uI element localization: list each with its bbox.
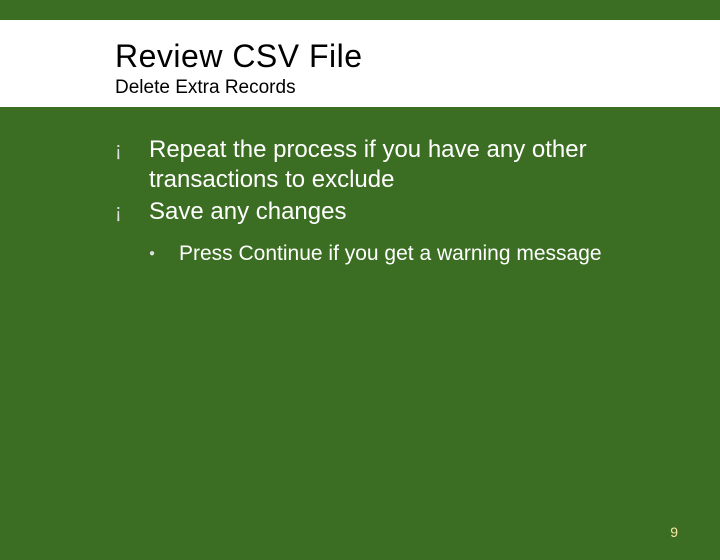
- bullet-text: Repeat the process if you have any other…: [149, 135, 660, 195]
- bullet-mark-icon: ¡: [115, 197, 149, 227]
- slide-title: Review CSV File: [0, 38, 720, 75]
- slide-subtitle: Delete Extra Records: [0, 77, 720, 99]
- bullet-item: ¡ Repeat the process if you have any oth…: [115, 135, 660, 195]
- sub-bullet-item: ● Press Continue if you get a warning me…: [149, 241, 660, 267]
- bullet-item: ¡ Save any changes: [115, 197, 660, 227]
- slide-content: ¡ Repeat the process if you have any oth…: [0, 107, 720, 267]
- sub-bullet-mark-icon: ●: [149, 241, 179, 267]
- bullet-text: Save any changes: [149, 197, 346, 227]
- sub-bullet-text: Press Continue if you get a warning mess…: [179, 241, 602, 267]
- slide-header: Review CSV File Delete Extra Records: [0, 20, 720, 107]
- page-number: 9: [670, 524, 678, 540]
- bullet-mark-icon: ¡: [115, 135, 149, 165]
